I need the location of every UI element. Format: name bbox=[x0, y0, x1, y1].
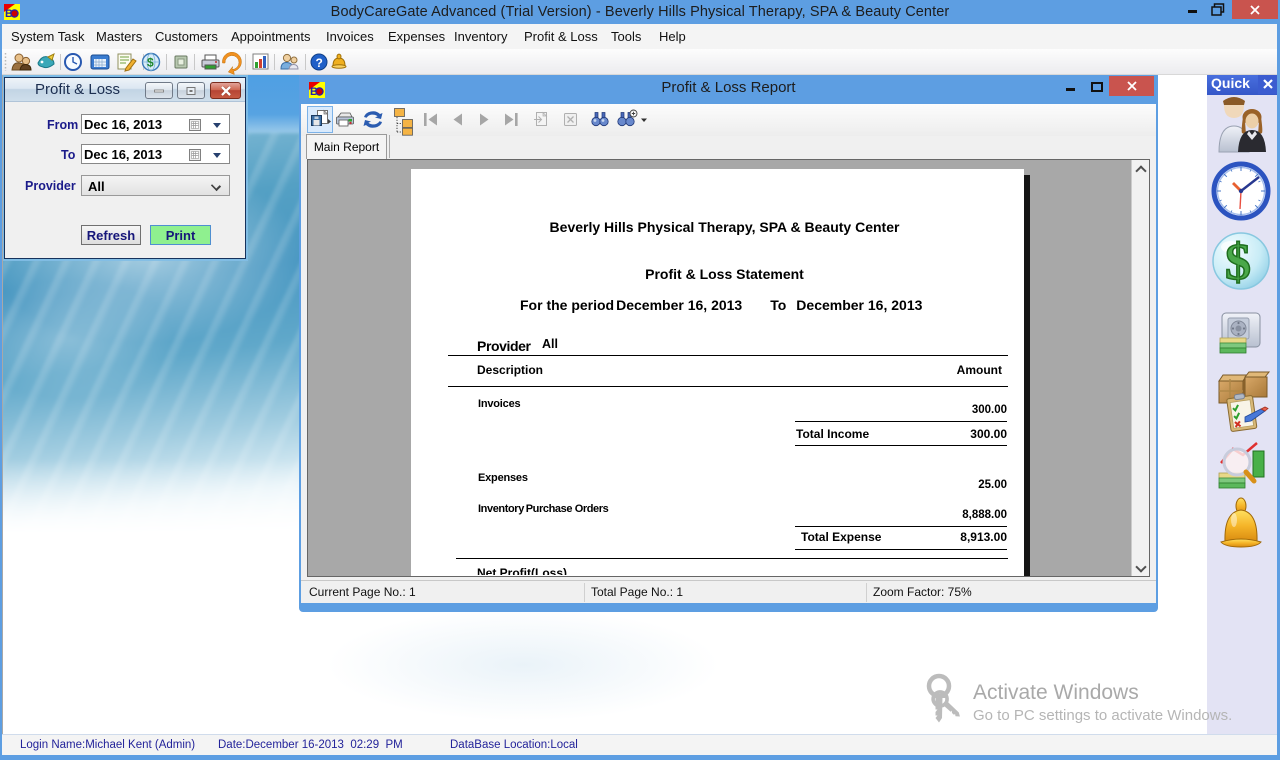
svg-text:$: $ bbox=[147, 56, 154, 70]
svg-text:$: $ bbox=[1225, 234, 1251, 291]
svg-text:?: ? bbox=[316, 56, 323, 70]
